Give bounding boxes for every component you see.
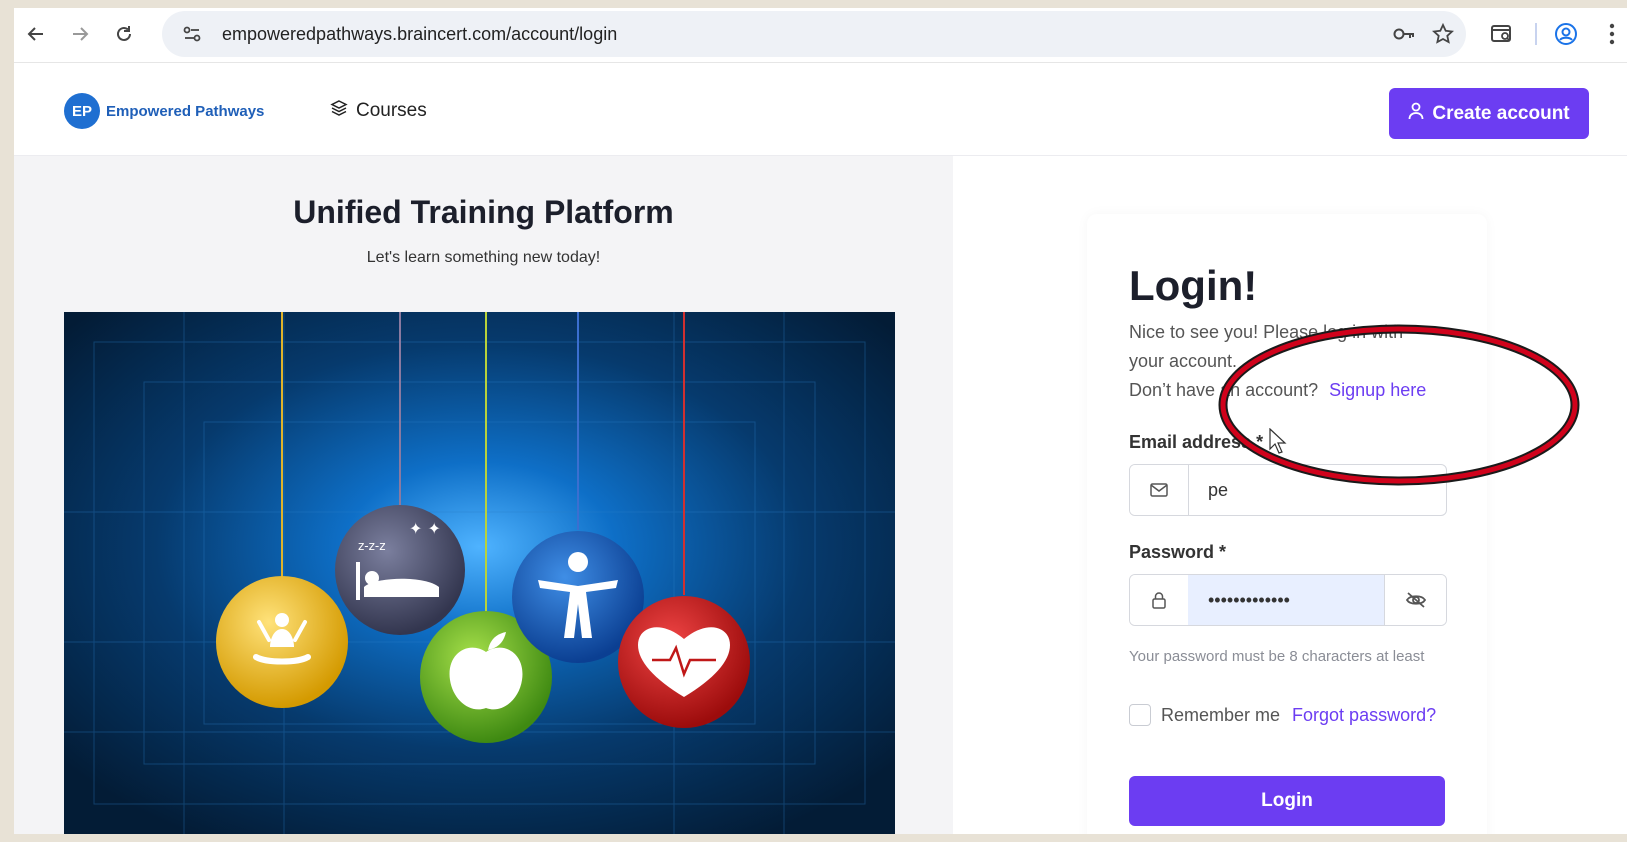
forward-arrow-icon[interactable] (66, 20, 94, 48)
hero-subtitle: Let's learn something new today! (366, 249, 601, 266)
courses-menu[interactable]: Courses (330, 99, 427, 123)
password-hint: Your password must be 8 characters at le… (1129, 648, 1425, 665)
hero-panel: Unified Training Platform Let's learn so… (14, 156, 953, 834)
login-button[interactable]: Login (1129, 776, 1445, 826)
login-intro: Nice to see you! Please log in with your… (1129, 322, 1404, 371)
browser-toolbar: empoweredpathways.braincert.com/account/… (14, 8, 1627, 63)
email-field[interactable] (1188, 465, 1446, 515)
signup-prompt: Don’t have an account? Signup here (1129, 380, 1426, 401)
toolbar-divider (1535, 23, 1537, 45)
remember-row: Remember me Forgot password? (1129, 704, 1436, 726)
reload-icon[interactable] (110, 20, 138, 48)
logo-badge: EP (64, 93, 100, 129)
site-header: EP Empowered Pathways Courses Create acc… (14, 63, 1627, 156)
eye-slash-icon[interactable] (1384, 575, 1446, 625)
profile-icon[interactable] (1552, 20, 1580, 48)
lock-icon (1130, 575, 1189, 625)
user-icon (1408, 102, 1424, 126)
login-panel: Login! Nice to see you! Please log in wi… (954, 156, 1627, 834)
remember-checkbox[interactable] (1129, 704, 1151, 726)
forgot-password-link[interactable]: Forgot password? (1292, 705, 1436, 726)
signup-link[interactable]: Signup here (1329, 380, 1426, 400)
courses-label: Courses (356, 100, 427, 121)
layers-icon (330, 99, 348, 123)
remember-label: Remember me (1161, 704, 1281, 725)
password-input-group: ••••••••••••• (1129, 574, 1447, 626)
email-label: Email address * (1129, 432, 1264, 452)
svg-text:z-z-z: z-z-z (358, 539, 386, 553)
browser-window: empoweredpathways.braincert.com/account/… (14, 8, 1627, 834)
password-key-icon[interactable] (1392, 22, 1416, 46)
wellness-illustration: z-z-z ✦ ✦ (64, 312, 895, 834)
tab-search-icon[interactable] (1488, 20, 1516, 48)
mail-icon (1130, 465, 1189, 515)
password-field[interactable]: ••••••••••••• (1188, 575, 1384, 625)
url-text[interactable]: empoweredpathways.braincert.com/account/… (222, 24, 617, 45)
create-account-label: Create account (1432, 102, 1570, 124)
no-account-text: Don’t have an account? (1129, 380, 1319, 400)
login-title: Login! (1129, 262, 1258, 309)
create-account-button[interactable]: Create account (1389, 88, 1589, 139)
hero-title: Unified Training Platform (293, 194, 674, 230)
email-input-group (1129, 464, 1447, 516)
address-bar[interactable]: empoweredpathways.braincert.com/account/… (162, 11, 1466, 57)
password-label: Password * (1129, 542, 1227, 562)
logo-text: Empowered Pathways (106, 102, 265, 120)
login-card: Login! Nice to see you! Please log in wi… (1087, 214, 1487, 834)
site-logo[interactable]: EP Empowered Pathways (64, 93, 264, 129)
svg-text:✦ ✦: ✦ ✦ (409, 519, 441, 538)
menu-dots-icon[interactable] (1598, 20, 1626, 48)
site-settings-icon[interactable] (180, 22, 204, 46)
bookmark-star-icon[interactable] (1431, 22, 1455, 46)
back-arrow-icon[interactable] (22, 20, 50, 48)
